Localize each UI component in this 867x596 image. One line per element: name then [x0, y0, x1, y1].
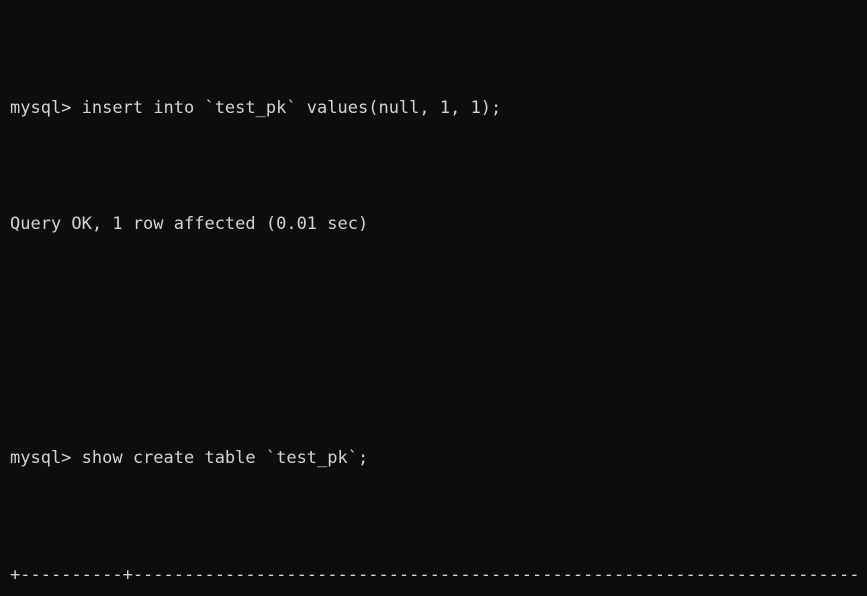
terminal-line-table-rule-top: +----------+----------------------------…	[10, 564, 860, 585]
terminal-screen[interactable]: mysql> insert into `test_pk` values(null…	[0, 0, 867, 596]
terminal-line-table-rule-top-wrapped: ----------------------------------------…	[10, 590, 867, 596]
terminal-line-result-insert: Query OK, 1 row affected (0.01 sec)	[10, 214, 369, 235]
terminal-line-command-insert: mysql> insert into `test_pk` values(null…	[10, 97, 502, 118]
terminal-line-command-show-create: mysql> show create table `test_pk`;	[10, 448, 369, 469]
